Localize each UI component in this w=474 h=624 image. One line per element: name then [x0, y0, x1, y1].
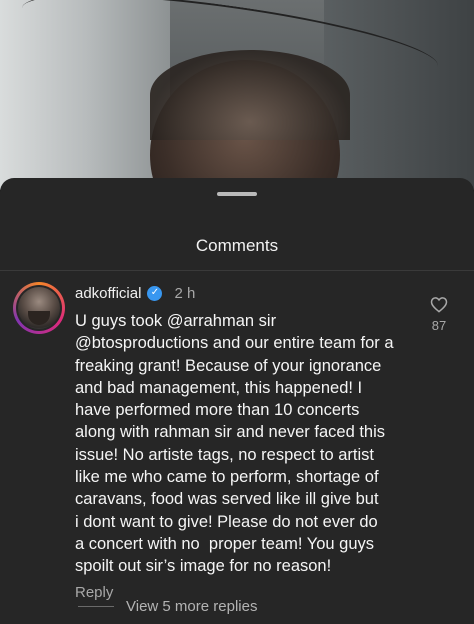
- video-background: [0, 0, 474, 190]
- avatar[interactable]: [13, 282, 65, 334]
- avatar-photo: [18, 287, 60, 329]
- title-divider: [0, 270, 474, 271]
- like-count: 87: [431, 318, 447, 333]
- username-link[interactable]: adkofficial: [75, 285, 141, 302]
- video-person-hair: [150, 50, 350, 140]
- comment: adkofficial ✓ 2 h U guys took @arrahman …: [75, 282, 430, 601]
- comments-sheet: Comments adkofficial ✓ 2 h U guys took @…: [0, 178, 474, 624]
- replies-line: [78, 606, 114, 607]
- comment-time: 2 h: [174, 284, 196, 302]
- view-replies-button[interactable]: View 5 more replies: [78, 598, 257, 615]
- verified-badge-icon: ✓: [147, 285, 163, 301]
- comments-title: Comments: [195, 236, 279, 255]
- comment-meta: adkofficial ✓ 2 h: [75, 282, 430, 304]
- like-button[interactable]: 87: [428, 296, 450, 333]
- drag-handle[interactable]: [217, 192, 257, 196]
- heart-icon: [430, 297, 448, 313]
- comment-text: U guys took @arrahman sir @btosproductio…: [75, 312, 394, 576]
- view-replies-label: View 5 more replies: [126, 598, 258, 615]
